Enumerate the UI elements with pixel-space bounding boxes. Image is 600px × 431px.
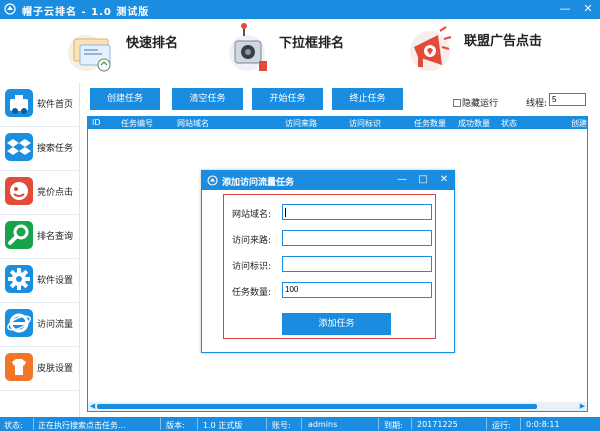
hide-run-label: 隐藏运行 — [462, 99, 499, 109]
expire-value: 20171225 — [417, 420, 458, 429]
add-traffic-task-dialog: 添加访问流量任务 — □ ✕ 网站域名: 访问来路: 访问标识: 任务数量: 1… — [201, 170, 455, 353]
dropbox-icon — [5, 133, 33, 161]
create-task-button[interactable]: 创建任务 — [90, 88, 160, 110]
visit-tag-label: 访问标识: — [232, 262, 272, 272]
status-label: 状态: — [4, 421, 23, 430]
banner-label: 快速排名 — [126, 36, 179, 51]
column-header[interactable]: 访问标识 — [349, 118, 381, 129]
fast-ranking-illustration-icon — [68, 35, 111, 72]
task-count-input[interactable]: 100 — [282, 282, 432, 298]
status-divider — [33, 418, 34, 430]
sidebar-item-skin[interactable]: 皮肤设置 — [0, 347, 80, 391]
title-bar: 帽子云排名 - 1.0 测试版 — ✕ — [0, 0, 600, 19]
home-icon — [5, 89, 33, 117]
sidebar-item-label: 搜索任务 — [37, 144, 74, 154]
sidebar-item-rank-query[interactable]: 排名查询 — [0, 215, 80, 259]
gear-icon — [5, 265, 33, 293]
banner-ad-click[interactable]: 联盟广告点击 — [400, 19, 570, 83]
account-value: admins — [308, 420, 338, 429]
sidebar-item-label: 竞价点击 — [37, 188, 74, 198]
sidebar-item-label: 软件设置 — [37, 276, 74, 286]
account-label: 账号: — [272, 421, 291, 430]
sidebar-item-label: 访问流量 — [37, 320, 74, 330]
runtime-label: 运行: — [492, 421, 511, 430]
horizontal-scrollbar[interactable]: ◀ ▶ — [88, 402, 587, 411]
dialog-minimize-button[interactable]: — — [393, 172, 411, 188]
domain-input[interactable] — [282, 204, 432, 220]
domain-label: 网站域名: — [232, 210, 272, 220]
status-value: 正在执行搜索点击任务... — [38, 421, 126, 430]
sidebar-item-traffic[interactable]: 访问流量 — [0, 303, 80, 347]
skin-icon — [5, 353, 33, 381]
scrollbar-thumb[interactable] — [97, 404, 537, 409]
sidebar-item-bid-click[interactable]: 竞价点击 — [0, 171, 80, 215]
app-logo-icon — [207, 175, 218, 186]
clear-tasks-button[interactable]: 清空任务 — [172, 88, 243, 110]
referrer-label: 访问来路: — [232, 236, 272, 246]
column-header[interactable]: ID — [92, 118, 101, 127]
expire-label: 到期: — [384, 421, 403, 430]
column-header[interactable]: 网站域名 — [177, 118, 209, 129]
dialog-close-button[interactable]: ✕ — [435, 172, 453, 188]
version-label: 版本: — [166, 421, 185, 430]
start-task-button[interactable]: 开始任务 — [252, 88, 323, 110]
status-divider — [197, 418, 198, 430]
minimize-button[interactable]: — — [555, 1, 575, 17]
sidebar-item-search-task[interactable]: 搜索任务 — [0, 127, 80, 171]
status-divider — [266, 418, 267, 430]
ie-icon — [5, 309, 33, 337]
visit-tag-input[interactable] — [282, 256, 432, 272]
status-divider — [378, 418, 379, 430]
column-header[interactable]: 访问来路 — [285, 118, 317, 129]
sidebar-item-label: 排名查询 — [37, 232, 74, 242]
hide-run-checkbox[interactable]: 隐藏运行 — [453, 96, 498, 109]
threads-label: 线程: — [526, 99, 548, 109]
stop-task-button[interactable]: 终止任务 — [332, 88, 403, 110]
dropdown-ranking-illustration-icon — [229, 23, 267, 71]
bid-click-icon — [5, 177, 33, 205]
ad-click-illustration-icon — [410, 26, 452, 71]
table-header: ID 任务编号 网站域名 访问来路 访问标识 任务数量 成功数量 状态 创建 — [88, 117, 587, 129]
referrer-input[interactable] — [282, 230, 432, 246]
runtime-value: 0:0:8:11 — [526, 420, 560, 429]
window-title: 帽子云排名 - 1.0 测试版 — [22, 7, 150, 18]
column-header[interactable]: 状态 — [501, 118, 517, 129]
status-divider — [486, 418, 487, 430]
add-task-button[interactable]: 添加任务 — [282, 313, 391, 335]
banner-dropdown-ranking[interactable]: 下拉框排名 — [215, 19, 355, 83]
status-divider — [301, 418, 302, 430]
column-header[interactable]: 任务数量 — [414, 118, 446, 129]
dialog-maximize-button[interactable]: □ — [414, 172, 432, 188]
sidebar-item-home[interactable]: 软件首页 — [0, 83, 80, 127]
status-divider — [520, 418, 521, 430]
status-bar: 状态: 正在执行搜索点击任务... 版本: 1.0 正式版 账号: admins… — [0, 417, 600, 431]
sidebar: 软件首页 搜索任务 竞价点击 排名查询 软件设置 访问流量 皮肤设置 — [0, 83, 80, 417]
status-divider — [160, 418, 161, 430]
version-value: 1.0 正式版 — [203, 421, 243, 430]
column-header[interactable]: 任务编号 — [121, 118, 153, 129]
column-header[interactable]: 创建 — [571, 118, 587, 129]
sidebar-item-label: 皮肤设置 — [37, 364, 74, 374]
banner-label: 下拉框排名 — [279, 36, 345, 51]
checkbox-box[interactable] — [453, 99, 461, 107]
banner-fast-ranking[interactable]: 快速排名 — [60, 19, 190, 83]
text-cursor — [285, 208, 286, 217]
feature-banner: 快速排名 下拉框排名 联盟广告点击 — [0, 19, 600, 83]
close-button[interactable]: ✕ — [578, 1, 598, 17]
sidebar-item-settings[interactable]: 软件设置 — [0, 259, 80, 303]
dialog-form: 网站域名: 访问来路: 访问标识: 任务数量: 100 添加任务 — [223, 194, 436, 339]
scroll-left-arrow-icon[interactable]: ◀ — [88, 402, 97, 411]
threads-input[interactable]: 5 — [549, 93, 586, 106]
sidebar-item-label: 软件首页 — [37, 100, 74, 110]
search-icon — [5, 221, 33, 249]
column-header[interactable]: 成功数量 — [458, 118, 490, 129]
task-count-label: 任务数量: — [232, 288, 272, 298]
status-divider — [411, 418, 412, 430]
banner-label: 联盟广告点击 — [464, 34, 543, 49]
dialog-title-bar[interactable]: 添加访问流量任务 — □ ✕ — [202, 171, 454, 190]
app-logo-icon — [4, 3, 16, 15]
scroll-right-arrow-icon[interactable]: ▶ — [578, 402, 587, 411]
dialog-title: 添加访问流量任务 — [222, 178, 295, 188]
